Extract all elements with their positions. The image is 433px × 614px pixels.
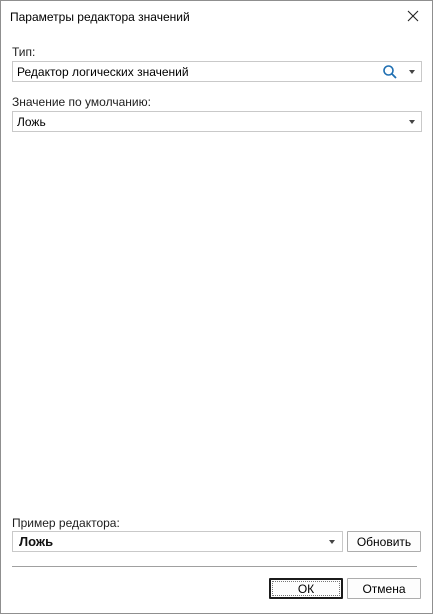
- close-button[interactable]: [399, 3, 427, 29]
- ok-button[interactable]: ОК: [269, 578, 343, 599]
- dialog-window: Параметры редактора значений Тип: Редакт…: [0, 0, 433, 614]
- chevron-down-icon[interactable]: [329, 540, 335, 544]
- refresh-button[interactable]: Обновить: [347, 531, 421, 552]
- separator: [12, 566, 417, 567]
- default-value-combo[interactable]: Ложь: [12, 111, 422, 132]
- close-icon: [407, 10, 419, 22]
- chevron-down-icon[interactable]: [409, 70, 415, 74]
- title-bar: Параметры редактора значений: [1, 1, 432, 32]
- type-combo[interactable]: Редактор логических значений: [12, 61, 422, 82]
- sample-editor-combo[interactable]: Ложь: [12, 531, 343, 552]
- type-value: Редактор логических значений: [17, 65, 189, 79]
- search-icon[interactable]: [382, 64, 398, 80]
- chevron-down-icon[interactable]: [409, 120, 415, 124]
- sample-editor-value: Ложь: [19, 534, 54, 549]
- focus-rect: [272, 581, 340, 596]
- sample-label: Пример редактора:: [12, 516, 120, 530]
- dialog-title: Параметры редактора значений: [10, 10, 190, 24]
- cancel-button[interactable]: Отмена: [347, 578, 421, 599]
- default-value-label: Значение по умолчанию:: [12, 95, 151, 109]
- type-label: Тип:: [12, 45, 36, 59]
- default-value: Ложь: [17, 115, 46, 129]
